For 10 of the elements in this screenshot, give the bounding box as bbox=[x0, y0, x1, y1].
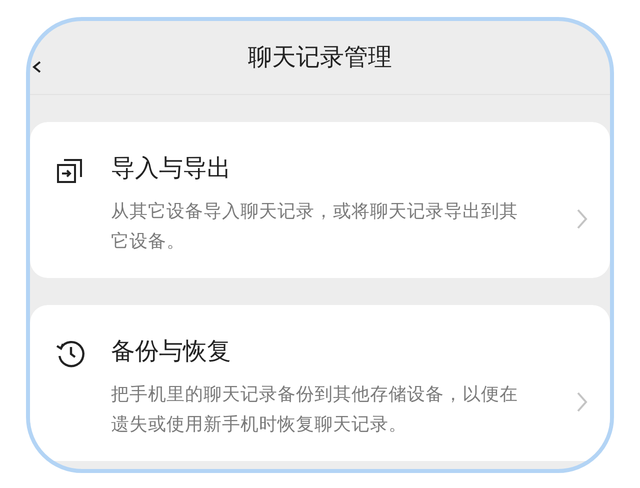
chevron-icon bbox=[576, 208, 588, 230]
page-title: 聊天记录管理 bbox=[248, 42, 392, 72]
section-description: 把手机里的聊天记录备份到其他存储设备，以便在遗失或使用新手机时恢复聊天记录。 bbox=[111, 383, 519, 436]
section-description: 从其它设备导入聊天记录，或将聊天记录导出到其它设备。 bbox=[111, 200, 519, 253]
menu-card[interactable]: 备份与恢复 把手机里的聊天记录备份到其他存储设备，以便在遗失或使用新手机时恢复聊天记录。 bbox=[30, 305, 610, 461]
chevron-icon bbox=[576, 391, 588, 413]
section-title: 备份与恢复 bbox=[111, 337, 232, 367]
section-title: 导入与导出 bbox=[111, 154, 232, 184]
menu-card[interactable]: 导入与导出 从其它设备导入聊天记录，或将聊天记录导出到其它设备。 bbox=[30, 122, 610, 278]
back-icon[interactable] bbox=[32, 61, 42, 73]
